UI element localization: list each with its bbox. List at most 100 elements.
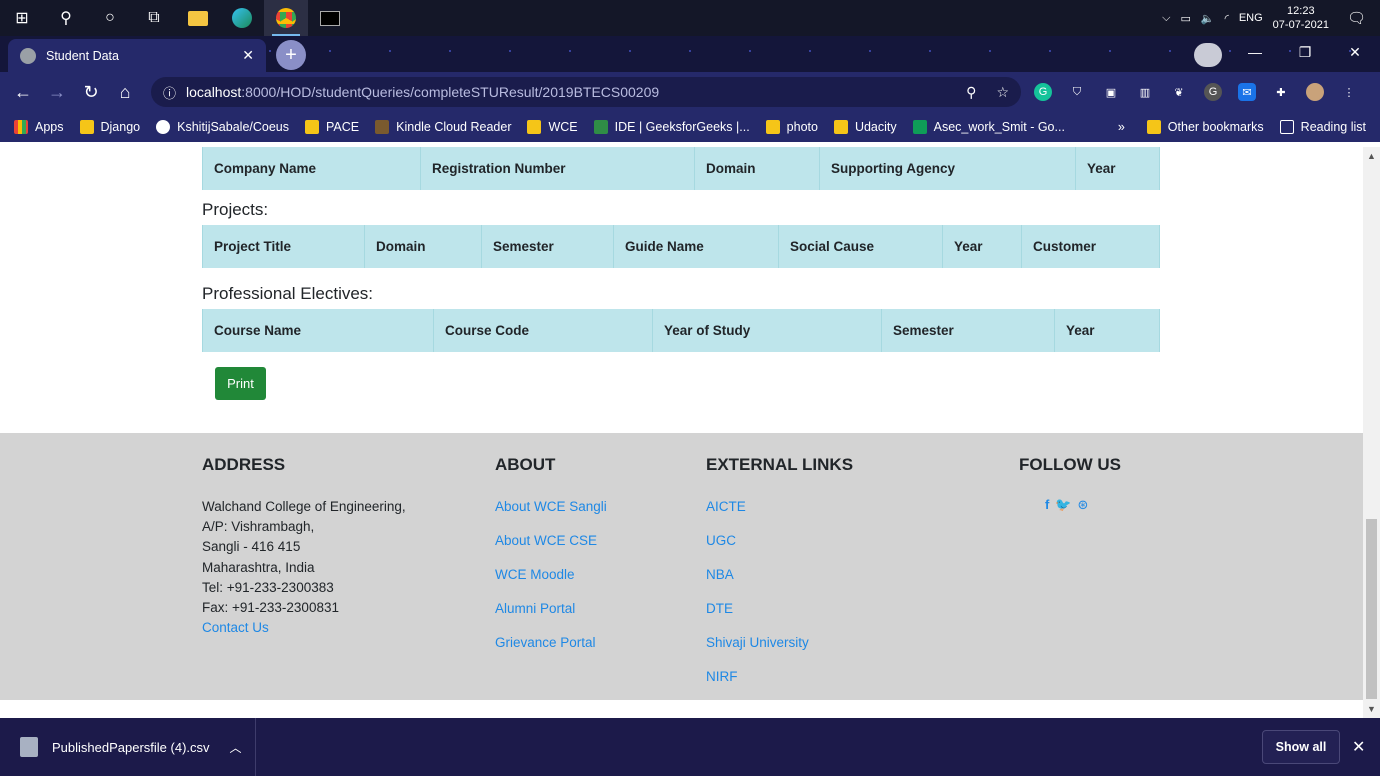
leaf-icon[interactable]: ❦ bbox=[1170, 83, 1188, 101]
column-header: Domain bbox=[365, 225, 482, 268]
cortana-icon[interactable]: ○ bbox=[88, 0, 132, 36]
close-shelf-icon[interactable]: ✕ bbox=[1352, 737, 1365, 757]
download-filename: PublishedPapersfile (4).csv bbox=[52, 739, 210, 755]
reader-icon[interactable]: ▥ bbox=[1136, 83, 1154, 101]
language-indicator[interactable]: ENG bbox=[1239, 12, 1263, 24]
bookmark-udacity[interactable]: Udacity bbox=[833, 120, 897, 134]
footer-follow: FOLLOW US f 🐦 ⊛ bbox=[1019, 455, 1121, 513]
notification-icon[interactable]: 🗨 bbox=[1347, 9, 1366, 27]
address-bar[interactable]: ⓘ localhost :8000/HOD/studentQueries/com… bbox=[151, 77, 1021, 107]
battery-icon[interactable]: ▭ bbox=[1180, 12, 1190, 25]
about-wce-cse-link[interactable]: About WCE CSE bbox=[495, 531, 607, 551]
print-button[interactable]: Print bbox=[215, 367, 266, 400]
restore-icon[interactable]: ❐ bbox=[1280, 44, 1330, 61]
nirf-link[interactable]: NIRF bbox=[706, 667, 853, 687]
bookmark-django[interactable]: Django bbox=[79, 120, 140, 134]
minimize-icon[interactable]: — bbox=[1230, 44, 1280, 60]
edge-icon[interactable] bbox=[220, 0, 264, 36]
site-info-icon[interactable]: ⓘ bbox=[163, 83, 176, 102]
chevron-up-icon[interactable]: ⌵ bbox=[1162, 12, 1170, 25]
column-header: Semester bbox=[482, 225, 614, 268]
facebook-icon[interactable]: f bbox=[1045, 497, 1049, 513]
puzzle-icon[interactable]: ✚ bbox=[1272, 83, 1290, 101]
system-tray: ⌵ ▭ 🔈 ◜ ENG 12:23 07-07-2021 🗨 bbox=[1162, 0, 1380, 36]
bookmark-gfg[interactable]: IDE | GeeksforGeeks |... bbox=[593, 120, 750, 134]
electives-title: Professional Electives: bbox=[202, 284, 374, 303]
back-icon[interactable]: ← bbox=[6, 82, 40, 103]
forward-icon[interactable]: → bbox=[40, 82, 74, 103]
bookmark-kindle[interactable]: Kindle Cloud Reader bbox=[375, 120, 511, 134]
bookmark-star-icon[interactable]: ☆ bbox=[996, 84, 1009, 101]
column-header: Year bbox=[1066, 323, 1095, 338]
grammarly-icon[interactable]: G bbox=[1034, 83, 1052, 101]
column-header: Year bbox=[1087, 161, 1116, 176]
bookmark-apps[interactable]: Apps bbox=[14, 120, 64, 134]
alumni-portal-link[interactable]: Alumni Portal bbox=[495, 599, 607, 619]
reading-list[interactable]: Reading list bbox=[1279, 120, 1366, 134]
contact-us-link[interactable]: Contact Us bbox=[202, 618, 406, 638]
column-header: Semester bbox=[882, 309, 1055, 352]
grievance-portal-link[interactable]: Grievance Portal bbox=[495, 633, 607, 653]
show-all-button[interactable]: Show all bbox=[1262, 730, 1340, 764]
clock[interactable]: 12:23 07-07-2021 bbox=[1273, 4, 1329, 32]
extension-icon[interactable]: ▣ bbox=[1102, 83, 1120, 101]
tab-search-button[interactable] bbox=[1194, 43, 1222, 67]
new-tab-button[interactable]: + bbox=[276, 40, 306, 70]
folder-icon bbox=[765, 120, 780, 134]
windows-taskbar: ⊞ ⚲ ○ ⧉ ⌵ ▭ 🔈 ◜ ENG 12:23 07-07-2021 🗨 bbox=[0, 0, 1380, 36]
bookmark-photo[interactable]: photo bbox=[765, 120, 818, 134]
column-header: Course Code bbox=[434, 309, 653, 352]
chevron-up-icon[interactable]: ︿ bbox=[230, 739, 242, 756]
tab-title: Student Data bbox=[46, 48, 119, 63]
scroll-up-icon[interactable]: ▲ bbox=[1367, 151, 1376, 161]
wce-moodle-link[interactable]: WCE Moodle bbox=[495, 565, 607, 585]
mail-icon[interactable]: ✉ bbox=[1238, 83, 1256, 101]
chrome-icon[interactable] bbox=[264, 0, 308, 36]
dribbble-icon[interactable]: ⊛ bbox=[1078, 497, 1089, 513]
ugc-link[interactable]: UGC bbox=[706, 531, 853, 551]
search-icon[interactable]: ⚲ bbox=[44, 0, 88, 36]
shield-icon[interactable]: ⛉ bbox=[1068, 83, 1086, 101]
bookmark-asec[interactable]: Asec_work_Smit - Go... bbox=[912, 120, 1065, 134]
kindle-icon bbox=[375, 120, 390, 134]
download-item[interactable]: PublishedPapersfile (4).csv ︿ bbox=[0, 718, 256, 776]
close-tab-icon[interactable]: ✕ bbox=[242, 47, 254, 64]
dte-link[interactable]: DTE bbox=[706, 599, 853, 619]
page-scrollbar[interactable]: ▲ ▼ bbox=[1363, 147, 1380, 718]
bookmarks-overflow-icon[interactable]: » bbox=[1118, 120, 1125, 134]
extensions-area: G ⛉ ▣ ▥ ❦ G ✉ ✚ ⋮ bbox=[1034, 72, 1358, 112]
twitter-icon[interactable]: 🐦 bbox=[1055, 497, 1071, 513]
terminal-icon[interactable] bbox=[308, 0, 352, 36]
shivaji-university-link[interactable]: Shivaji University bbox=[706, 633, 853, 653]
bookmarks-right: » Other bookmarks Reading list bbox=[1118, 120, 1366, 134]
task-view-icon[interactable]: ⧉ bbox=[132, 0, 176, 36]
reload-icon[interactable]: ↻ bbox=[74, 82, 108, 103]
zoom-icon[interactable]: ⚲ bbox=[966, 84, 976, 101]
bookmark-github[interactable]: KshitijSabale/Coeus bbox=[156, 120, 289, 134]
volume-icon[interactable]: 🔈 bbox=[1201, 12, 1215, 25]
home-icon[interactable]: ⌂ bbox=[108, 82, 142, 103]
window-controls: — ❐ ✕ bbox=[1230, 36, 1380, 68]
external-links-title: EXTERNAL LINKS bbox=[706, 455, 854, 474]
nba-link[interactable]: NBA bbox=[706, 565, 853, 585]
extension-g-icon[interactable]: G bbox=[1204, 83, 1222, 101]
bookmark-pace[interactable]: PACE bbox=[305, 120, 359, 134]
geeksforgeeks-icon bbox=[593, 120, 608, 134]
aicte-link[interactable]: AICTE bbox=[706, 497, 853, 517]
other-bookmarks[interactable]: Other bookmarks bbox=[1146, 120, 1264, 134]
scrollbar-thumb[interactable] bbox=[1366, 519, 1377, 699]
column-header: Domain bbox=[695, 147, 820, 190]
about-title: ABOUT bbox=[495, 455, 556, 474]
windows-start-icon[interactable]: ⊞ bbox=[0, 0, 44, 36]
scroll-down-icon[interactable]: ▼ bbox=[1367, 704, 1376, 714]
wifi-icon[interactable]: ◜ bbox=[1225, 12, 1229, 25]
bookmark-wce[interactable]: WCE bbox=[527, 120, 578, 134]
about-wce-sangli-link[interactable]: About WCE Sangli bbox=[495, 497, 607, 517]
file-explorer-icon[interactable] bbox=[176, 0, 220, 36]
tab-student-data[interactable]: Student Data ✕ bbox=[8, 39, 266, 72]
menu-icon[interactable]: ⋮ bbox=[1340, 83, 1358, 101]
folder-icon bbox=[833, 120, 848, 134]
close-window-icon[interactable]: ✕ bbox=[1330, 44, 1380, 61]
avatar[interactable] bbox=[1306, 83, 1324, 101]
column-header: Customer bbox=[1033, 239, 1097, 254]
